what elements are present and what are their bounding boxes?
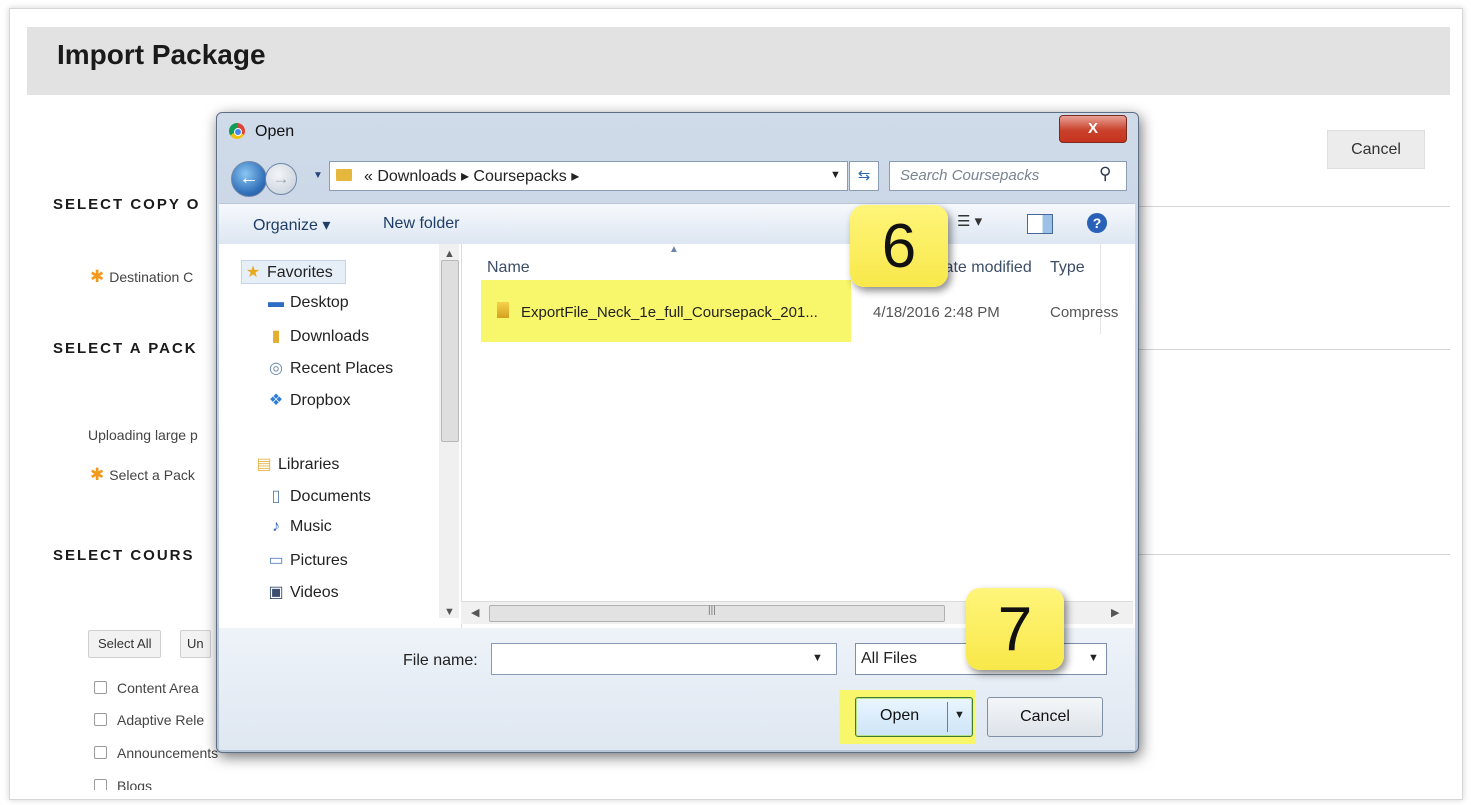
file-type-cell: Compress (1050, 304, 1119, 321)
nav-item-pictures[interactable]: ▭ Pictures (267, 550, 347, 570)
view-options-icon[interactable]: ☰ ▾ (957, 212, 982, 230)
chevron-down-icon[interactable]: ▼ (954, 709, 965, 721)
page-header: Import Package (27, 27, 1450, 95)
folder-icon (336, 169, 352, 181)
sort-ascending-icon: ▲ (669, 244, 679, 255)
chevron-down-icon[interactable]: ▼ (812, 652, 823, 664)
search-placeholder: Search Coursepacks (900, 167, 1040, 184)
checkbox-row[interactable]: Announcements (94, 745, 218, 761)
nav-item-documents[interactable]: ▯ Documents (267, 486, 371, 506)
checkbox-row[interactable]: Content Area (94, 680, 199, 696)
navigation-pane: ★ Favorites ▬ Desktop ▮ Downloads ◎ Recent P… (219, 244, 462, 628)
nav-item-videos[interactable]: ▣ Videos (267, 582, 338, 602)
column-header-name[interactable]: Name (487, 259, 530, 277)
back-button[interactable]: ← (231, 161, 267, 197)
dialog-title: Open (255, 123, 295, 140)
select-package-label: ✱ Select a Pack (90, 465, 195, 484)
section-select-course-materials: SELECT COURS (53, 547, 195, 564)
refresh-button[interactable]: ⇆ (849, 161, 879, 191)
required-icon: ✱ (90, 267, 105, 286)
checkbox[interactable] (94, 779, 107, 790)
documents-icon: ▯ (271, 488, 281, 505)
videos-icon: ▣ (268, 584, 284, 601)
checkbox-row[interactable]: Blogs (94, 778, 152, 790)
nav-item-favorites[interactable]: ★ Favorites (241, 260, 346, 284)
dialog-toolbar: Organize ▾ New folder ☰ ▾ ? (219, 203, 1135, 245)
search-icon[interactable]: ⚲ (1099, 164, 1111, 184)
open-button[interactable]: Open ▼ (855, 697, 973, 737)
nav-item-music[interactable]: ♪ Music (267, 518, 332, 536)
scroll-right-icon[interactable]: ▶ (1111, 606, 1119, 619)
chevron-down-icon[interactable]: ▼ (1088, 652, 1099, 664)
split-divider (947, 702, 948, 732)
dialog-cancel-button[interactable]: Cancel (987, 697, 1103, 737)
unselect-all-button[interactable]: Un (180, 630, 211, 658)
arrow-left-icon: ← (239, 167, 259, 189)
checkbox-row[interactable]: Adaptive Rele (94, 712, 204, 728)
file-name-cell[interactable]: ExportFile_Neck_1e_full_Coursepack_201..… (521, 304, 818, 321)
checkbox[interactable] (94, 746, 107, 759)
section-select-package: SELECT A PACK (53, 340, 198, 357)
history-dropdown-icon[interactable]: ▼ (313, 170, 323, 181)
nav-item-recent-places[interactable]: ◎ Recent Places (267, 358, 393, 378)
recent-places-icon: ◎ (269, 360, 283, 377)
forward-button[interactable]: → (265, 163, 297, 195)
page-cancel-button[interactable]: Cancel (1327, 130, 1425, 169)
desktop-icon: ▬ (268, 294, 284, 311)
section-copy-options: SELECT COPY O (53, 196, 201, 213)
dropbox-icon: ❖ (268, 392, 284, 409)
arrow-right-icon: → (272, 169, 290, 188)
file-date-cell: 4/18/2016 2:48 PM (873, 304, 1000, 321)
music-icon: ♪ (272, 518, 280, 535)
destination-course-label: ✱ Destination C (90, 267, 194, 286)
open-button-label: Open (880, 707, 920, 724)
scroll-down-icon[interactable]: ▼ (444, 606, 455, 618)
downloads-icon: ▮ (271, 328, 281, 345)
organize-menu[interactable]: Organize ▾ (253, 215, 330, 235)
upload-note: Uploading large p (88, 427, 198, 443)
file-name-label: File name: (403, 652, 478, 669)
address-bar[interactable]: « Downloads ▸ Coursepacks ▸ ▼ (329, 161, 848, 191)
dialog-body: ★ Favorites ▬ Desktop ▮ Downloads ◎ Recent P… (219, 244, 1135, 628)
checkbox[interactable] (94, 713, 107, 726)
nav-item-dropbox[interactable]: ❖ Dropbox (267, 390, 351, 410)
required-icon: ✱ (90, 465, 105, 484)
column-header-type[interactable]: Type (1050, 259, 1085, 277)
new-folder-button[interactable]: New folder (383, 215, 459, 233)
chrome-icon (229, 123, 245, 139)
scroll-up-icon[interactable]: ▲ (444, 248, 455, 260)
help-icon[interactable]: ? (1087, 213, 1107, 233)
search-input[interactable]: Search Coursepacks ⚲ (889, 161, 1127, 191)
star-icon: ★ (245, 264, 261, 281)
horizontal-scrollbar-thumb[interactable]: ||| (489, 605, 945, 622)
preview-pane-icon[interactable] (1027, 214, 1053, 234)
file-list: ▲ Name Date modified Type ExportFile_Nec… (463, 244, 1135, 628)
nav-item-downloads[interactable]: ▮ Downloads (267, 326, 370, 346)
chevron-down-icon[interactable]: ▼ (830, 169, 841, 181)
select-all-button[interactable]: Select All (88, 630, 162, 658)
pictures-icon: ▭ (268, 552, 284, 569)
file-name-input[interactable]: ▼ (491, 643, 837, 675)
zip-file-icon (497, 302, 509, 318)
step-callout-7: 7 (966, 588, 1064, 670)
nav-item-libraries[interactable]: ▤ Libraries (255, 454, 339, 474)
step-callout-6: 6 (850, 205, 948, 287)
close-button[interactable]: X (1059, 115, 1127, 143)
nav-item-desktop[interactable]: ▬ Desktop (267, 294, 349, 312)
address-path: « Downloads ▸ Coursepacks ▸ (364, 168, 580, 185)
page-title: Import Package (57, 39, 266, 70)
file-type-value: All Files (861, 650, 918, 667)
scroll-left-icon[interactable]: ◀ (471, 606, 479, 619)
grip-icon: ||| (708, 605, 716, 616)
nav-scrollbar-thumb[interactable] (441, 260, 459, 442)
checkbox[interactable] (94, 681, 107, 694)
libraries-icon: ▤ (256, 456, 272, 473)
